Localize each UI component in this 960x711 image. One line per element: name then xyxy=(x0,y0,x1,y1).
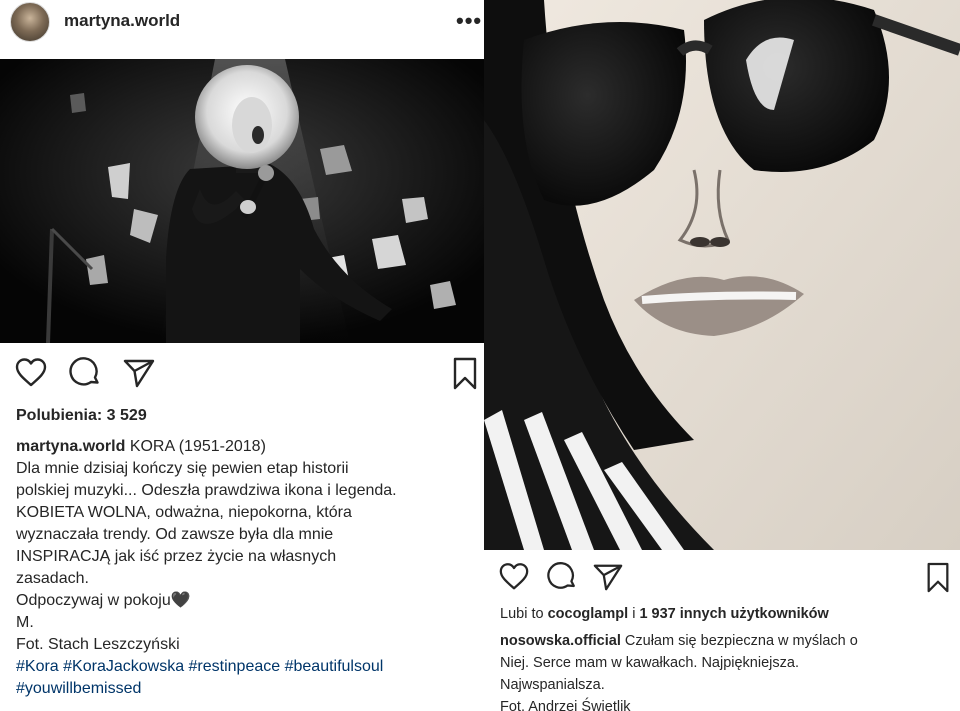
caption-line: Niej. Serce mam w kawałkach. Najpiękniej… xyxy=(500,655,799,671)
likes-prefix: Lubi to xyxy=(500,606,544,622)
avatar[interactable] xyxy=(10,2,50,42)
like-heart-icon[interactable] xyxy=(498,561,530,593)
caption-title: KORA (1951-2018) xyxy=(129,438,266,455)
caption-username[interactable]: martyna.world xyxy=(16,438,125,455)
post-header: martyna.world ••• xyxy=(0,0,484,52)
post-photo-singer[interactable] xyxy=(0,59,484,344)
caption-line: KOBIETA WOLNA, odważna, niepokorna, któr… xyxy=(16,504,352,521)
caption-hashtags[interactable]: #youwillbemissed xyxy=(16,678,478,700)
share-paper-plane-icon[interactable] xyxy=(122,356,156,390)
caption-line: Dla mnie dzisiaj kończy się pewien etap … xyxy=(16,460,349,477)
more-options-icon[interactable]: ••• xyxy=(456,8,482,34)
likes-middle: i xyxy=(632,606,636,622)
comment-bubble-icon[interactable] xyxy=(68,356,102,390)
portrait-photo-illustration xyxy=(484,0,960,550)
like-heart-icon[interactable] xyxy=(14,356,48,390)
likes-count[interactable]: Polubienia: 3 529 xyxy=(16,407,147,425)
post-martyna-world: martyna.world ••• Polubienia: 3 529 mart… xyxy=(0,0,484,711)
save-bookmark-icon[interactable] xyxy=(924,561,952,595)
post-actions-bar xyxy=(484,561,960,601)
post-photo-portrait[interactable] xyxy=(484,0,960,550)
comment-bubble-icon[interactable] xyxy=(546,561,578,593)
caption-username[interactable]: nosowska.official xyxy=(500,633,621,649)
caption-line: wyznaczała trendy. Od zawsze była dla mn… xyxy=(16,526,334,543)
caption-hashtags[interactable]: #Kora #KoraJackowska #restinpeace #beaut… xyxy=(16,656,478,678)
caption-rest-in-peace: Odpoczywaj w pokoju🖤 xyxy=(16,592,191,609)
likes-summary: Lubi to cocoglampl i 1 937 innych użytko… xyxy=(500,606,829,622)
save-bookmark-icon[interactable] xyxy=(450,356,480,392)
post-author-username[interactable]: martyna.world xyxy=(64,11,180,31)
likes-count-link[interactable]: 1 937 innych użytkowników xyxy=(639,606,828,622)
post-caption: nosowska.official Czułam się bezpieczna … xyxy=(500,630,952,711)
post-nosowska-official: Lubi to cocoglampl i 1 937 innych użytko… xyxy=(484,0,960,711)
likes-user-link[interactable]: cocoglampl xyxy=(548,606,629,622)
caption-signature: M. xyxy=(16,614,34,631)
caption-line: Czułam się bezpieczna w myślach o xyxy=(624,633,858,649)
singer-photo-illustration xyxy=(0,59,484,344)
caption-line: INSPIRACJĄ jak iść przez życie na własny… xyxy=(16,548,337,565)
share-paper-plane-icon[interactable] xyxy=(592,561,624,593)
caption-photo-credit: Fot. Andrzej Świetlik xyxy=(500,699,631,711)
caption-line: zasadach. xyxy=(16,570,89,587)
caption-line: polskiej muzyki... Odeszła prawdziwa iko… xyxy=(16,482,397,499)
caption-line: Najwspanialsza. xyxy=(500,677,605,693)
post-actions-bar xyxy=(0,356,484,396)
caption-photo-credit: Fot. Stach Leszczyński xyxy=(16,636,180,653)
post-caption: martyna.world KORA (1951-2018) Dla mnie … xyxy=(16,436,478,700)
